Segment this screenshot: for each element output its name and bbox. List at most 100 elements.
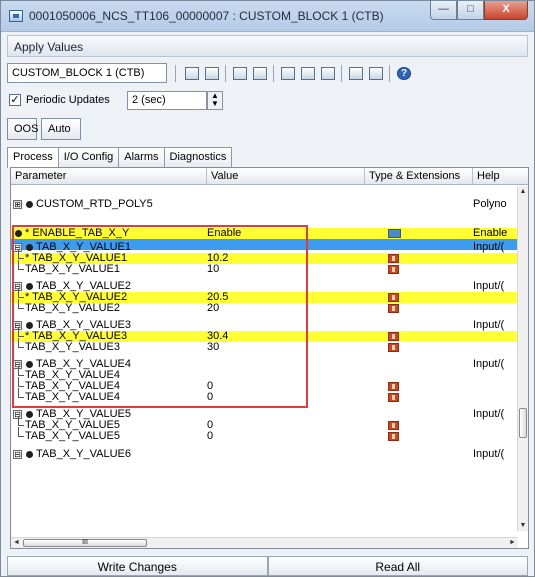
update-interval-field[interactable]: 2 (sec) xyxy=(127,91,207,110)
vertical-scrollbar[interactable]: ▲ ▼ xyxy=(517,186,528,531)
save-icon[interactable] xyxy=(279,65,297,82)
scroll-right-icon[interactable]: ► xyxy=(507,538,518,548)
tree-connector xyxy=(18,327,24,337)
parameter-name: TAB_X_Y_VALUE2 xyxy=(25,302,120,314)
edit-icon[interactable] xyxy=(183,65,201,82)
edit-all-icon[interactable] xyxy=(203,65,221,82)
close-button[interactable]: X xyxy=(484,1,528,20)
bottom-buttons: Write Changes Read All xyxy=(7,556,528,576)
toolbar-separator xyxy=(341,65,342,82)
parameter-dot-icon xyxy=(26,361,33,368)
minimize-button[interactable]: — xyxy=(430,1,457,20)
parameter-help: Input/( xyxy=(473,241,505,253)
parameter-row[interactable]: TAB_X_Y_VALUE3 30 xyxy=(11,338,518,353)
tab-diagnostics[interactable]: Diagnostics xyxy=(163,147,233,167)
tab-alarms[interactable]: Alarms xyxy=(118,147,165,167)
parameter-name: TAB_X_Y_VALUE3 xyxy=(25,341,120,353)
header-value[interactable]: Value xyxy=(207,168,365,185)
parameter-row[interactable]: TAB_X_Y_VALUE4 0 xyxy=(11,388,518,403)
parameter-value[interactable]: 0 xyxy=(207,431,213,442)
print-icon[interactable] xyxy=(299,65,317,82)
float-type-icon xyxy=(388,343,399,352)
parameter-value[interactable]: 30 xyxy=(207,342,219,353)
window-controls: — □ X xyxy=(430,1,528,21)
header-help[interactable]: Help xyxy=(473,168,528,185)
periodic-updates-checkbox[interactable]: ✓ xyxy=(9,94,21,106)
write-changes-button[interactable]: Write Changes xyxy=(7,556,268,576)
parameter-name: TAB_X_Y_VALUE4 xyxy=(25,391,120,403)
parameter-value[interactable]: 20 xyxy=(207,303,219,314)
periodic-updates: ✓ Periodic Updates 2 (sec) ▲ ▼ xyxy=(9,91,309,111)
parameter-help: Input/( xyxy=(473,319,505,331)
parameter-dot-icon xyxy=(26,411,33,418)
float-type-icon xyxy=(388,293,399,302)
tree-connector xyxy=(18,388,24,398)
float-type-icon xyxy=(388,265,399,274)
toolbar-separator xyxy=(389,65,390,82)
periodic-updates-label: Periodic Updates xyxy=(26,94,110,106)
block-select[interactable]: CUSTOM_BLOCK 1 (CTB) xyxy=(7,63,167,83)
auto-button[interactable]: Auto xyxy=(41,118,81,140)
parameter-row[interactable]: TAB_X_Y_VALUE2 20 xyxy=(11,299,518,314)
float-type-icon xyxy=(388,304,399,313)
parameter-row[interactable]: TAB_X_Y_VALUE5 0 xyxy=(11,427,518,442)
parameter-dot-icon xyxy=(26,322,33,329)
parameter-dot-icon xyxy=(26,244,33,251)
parameter-help: Input/( xyxy=(473,358,505,370)
snapshot-icon[interactable] xyxy=(251,65,269,82)
collapse-icon[interactable]: ⊟ xyxy=(13,450,22,459)
parameter-name: TAB_X_Y_VALUE6 xyxy=(36,448,131,460)
tree-icon[interactable] xyxy=(319,65,337,82)
parameter-dot-icon xyxy=(15,230,22,237)
help-icon[interactable]: ? xyxy=(395,65,413,82)
expand-icon[interactable]: ⊞ xyxy=(13,200,22,209)
app-icon xyxy=(9,10,23,22)
tree-group-row[interactable]: ⊟ TAB_X_Y_VALUE6 Input/( xyxy=(11,449,518,460)
tree-connector xyxy=(18,427,24,437)
tab-strip: Process I/O Config Alarms Diagnostics xyxy=(7,147,233,168)
title-bar[interactable]: 0001050006_NCS_TT106_00000007 : CUSTOM_B… xyxy=(1,1,534,32)
vertical-scroll-thumb[interactable] xyxy=(519,408,527,438)
header-parameter[interactable]: Parameter xyxy=(11,168,207,185)
maximize-button[interactable]: □ xyxy=(457,1,484,20)
parameter-value[interactable]: 10 xyxy=(207,264,219,275)
float-type-icon xyxy=(388,382,399,391)
scroll-left-icon[interactable]: ◄ xyxy=(11,538,22,548)
tab-process[interactable]: Process xyxy=(7,147,59,168)
scroll-up-icon[interactable]: ▲ xyxy=(518,186,528,197)
enum-type-icon xyxy=(388,229,401,238)
float-type-icon xyxy=(388,254,399,263)
float-type-icon xyxy=(388,421,399,430)
apply-values-header: Apply Values xyxy=(7,35,528,57)
tree-connector xyxy=(18,366,24,376)
float-type-icon xyxy=(388,432,399,441)
parameter-grid[interactable]: Parameter Value Type & Extensions Help ⊞… xyxy=(10,167,529,549)
tree-connector xyxy=(18,288,24,298)
view-list-icon[interactable] xyxy=(347,65,365,82)
parameter-name: TAB_X_Y_VALUE1 xyxy=(25,263,120,275)
parameter-dot-icon xyxy=(26,451,33,458)
window-title: 0001050006_NCS_TT106_00000007 : CUSTOM_B… xyxy=(29,9,384,23)
parameter-dot-icon xyxy=(26,283,33,290)
grid-header: Parameter Value Type & Extensions Help xyxy=(11,168,528,185)
interval-spinner[interactable]: ▲ ▼ xyxy=(207,91,223,110)
parameter-row[interactable]: TAB_X_Y_VALUE1 10 xyxy=(11,260,518,275)
parameter-help: Input/( xyxy=(473,448,505,460)
parameter-value[interactable]: Enable xyxy=(207,228,241,239)
tree-connector xyxy=(18,416,24,426)
float-type-icon xyxy=(388,393,399,402)
parameter-help: Input/( xyxy=(473,408,505,420)
view-grid-icon[interactable] xyxy=(367,65,385,82)
horizontal-scroll-thumb[interactable]: III xyxy=(23,539,147,547)
parameter-name: TAB_X_Y_VALUE5 xyxy=(25,430,120,442)
compare-icon[interactable] xyxy=(231,65,249,82)
parameter-value[interactable]: 0 xyxy=(207,392,213,403)
tab-io-config[interactable]: I/O Config xyxy=(57,147,120,167)
read-all-button[interactable]: Read All xyxy=(267,556,528,576)
parameter-name: * ENABLE_TAB_X_Y xyxy=(25,227,130,239)
scroll-down-icon[interactable]: ▼ xyxy=(518,520,528,531)
parameter-row[interactable]: * ENABLE_TAB_X_Y Enable Enable xyxy=(11,228,518,239)
oos-button[interactable]: OOS xyxy=(7,118,38,140)
tree-group-row[interactable]: ⊞ CUSTOM_RTD_POLY5 Polyno xyxy=(11,199,518,210)
horizontal-scrollbar[interactable]: ◄ III ► xyxy=(11,537,518,548)
